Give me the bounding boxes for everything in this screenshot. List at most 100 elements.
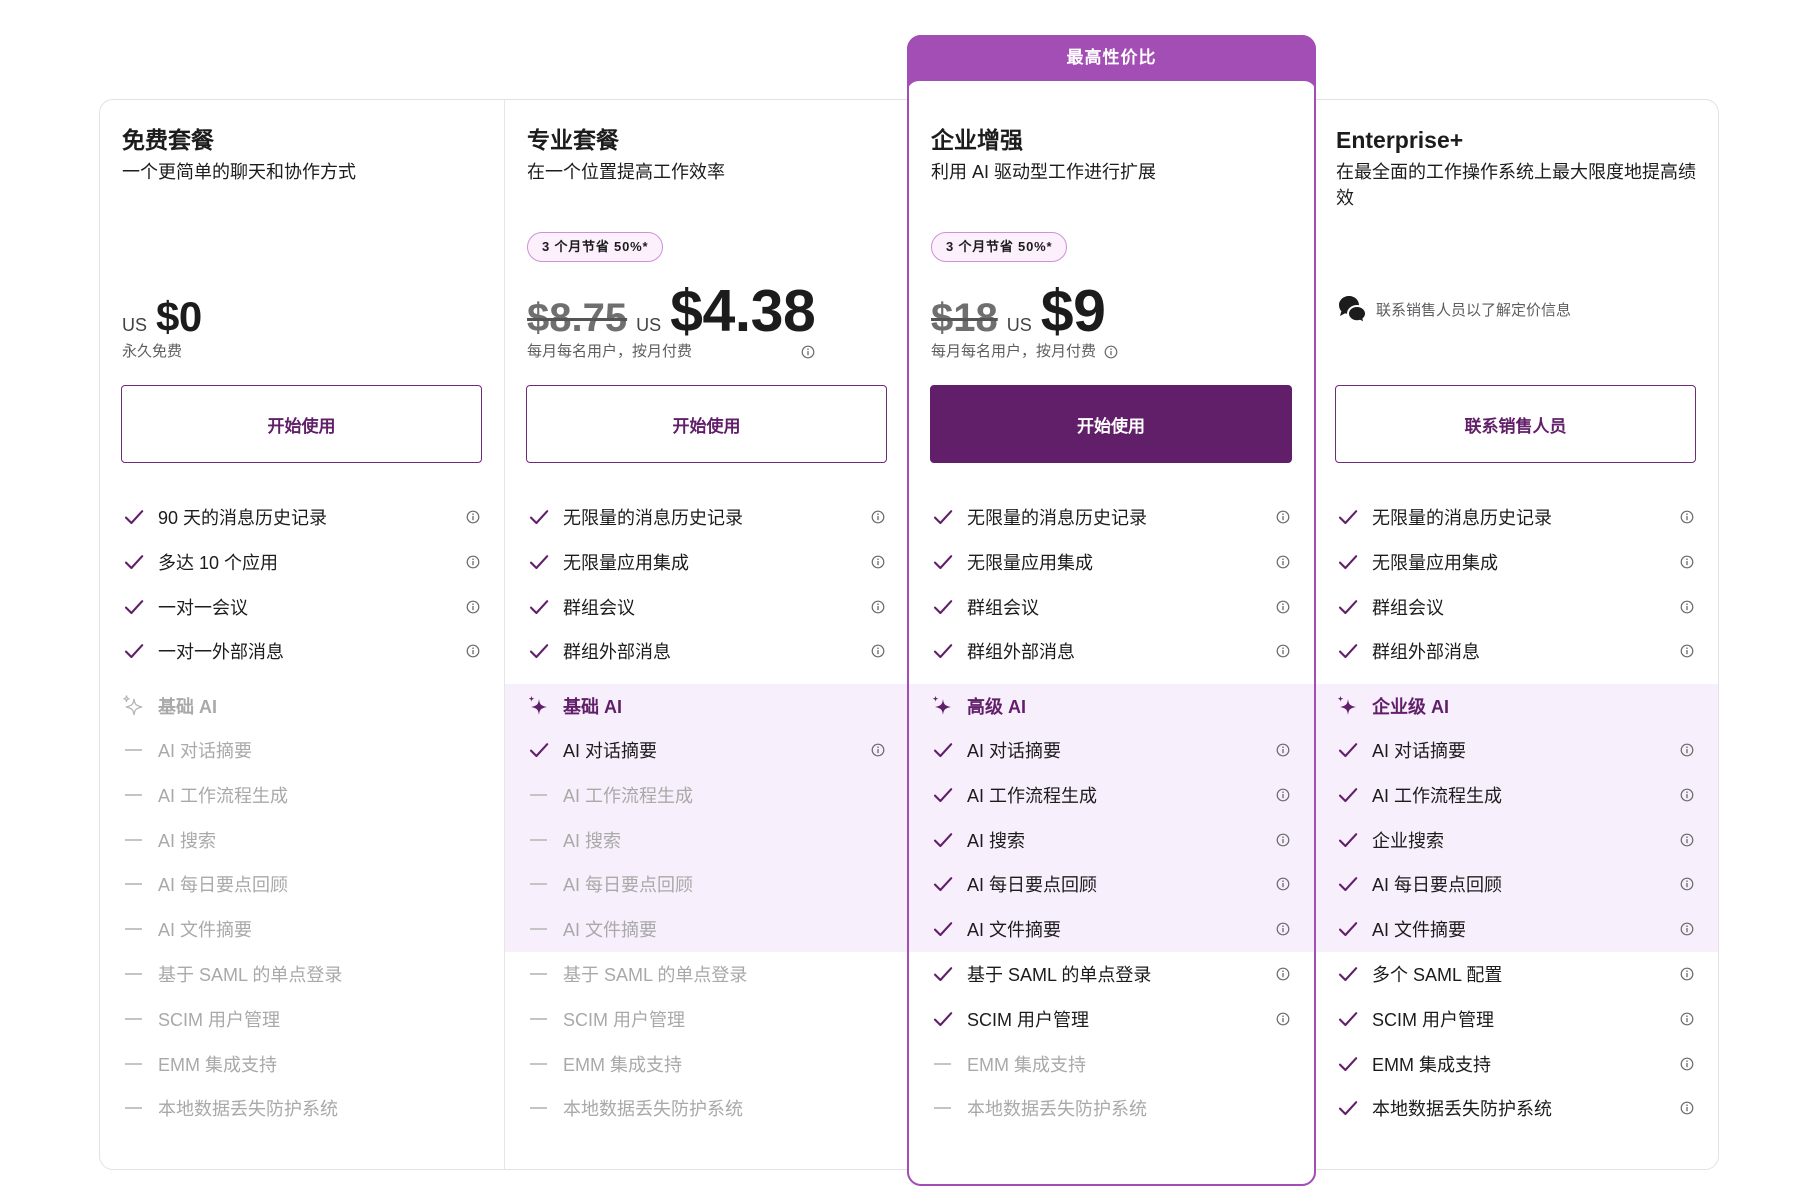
feature-label: 无限量应用集成: [1372, 553, 1498, 574]
info-icon[interactable]: [466, 510, 480, 524]
ai-feature-section: 基础 AI AI 对话摘要 AI 工作流程生成 AI 搜索 AI 每日要点回顾 AI 文件…: [505, 684, 909, 952]
feature-row: AI 每日要点回顾: [100, 862, 504, 907]
feature-label: SCIM 用户管理: [563, 1010, 686, 1031]
feature-row: 群组会议: [1314, 584, 1718, 629]
info-icon[interactable]: [1680, 877, 1694, 891]
info-icon[interactable]: [1680, 788, 1694, 802]
contact-sales-button[interactable]: 联系销售人员: [1335, 385, 1696, 463]
feature-row: AI 工作流程生成: [909, 773, 1314, 818]
info-icon[interactable]: [1276, 922, 1290, 936]
feature-label: AI 工作流程生成: [967, 786, 1098, 807]
dash-icon: [934, 1062, 951, 1065]
feature-label: AI 每日要点回顾: [158, 875, 289, 896]
get-started-button[interactable]: 开始使用: [526, 385, 887, 463]
info-icon[interactable]: [1680, 922, 1694, 936]
info-icon[interactable]: [466, 600, 480, 614]
plan-price: $0: [156, 293, 202, 340]
info-icon[interactable]: [871, 600, 885, 614]
info-icon[interactable]: [1680, 600, 1694, 614]
get-started-button[interactable]: 开始使用: [121, 385, 482, 463]
price-block: $18 US $9 每月每名用户，按月付费: [931, 282, 1118, 362]
info-icon[interactable]: [1680, 1057, 1694, 1071]
check-icon: [529, 554, 549, 570]
feature-label: AI 搜索: [158, 830, 217, 851]
feature-row: AI 文件摘要: [1314, 907, 1718, 952]
info-icon[interactable]: [466, 555, 480, 569]
feature-label: 基于 SAML 的单点登录: [563, 965, 748, 986]
check-icon: [933, 1011, 953, 1027]
dash-icon: [530, 1107, 547, 1110]
ai-feature-section: 高级 AI AI 对话摘要 AI 工作流程生成 AI 搜索 AI 每日要点回顾 AI 文件…: [909, 684, 1314, 952]
info-icon[interactable]: [1680, 967, 1694, 981]
info-icon[interactable]: [1276, 644, 1290, 658]
dash-icon: [530, 794, 547, 797]
feature-row: AI 搜索: [100, 817, 504, 862]
info-icon[interactable]: [1276, 1012, 1290, 1026]
info-icon[interactable]: [1276, 877, 1290, 891]
core-feature-list: 无限量的消息历史记录 无限量应用集成 群组会议 群组外部消息: [909, 495, 1314, 674]
feature-row: AI 工作流程生成: [100, 773, 504, 818]
check-icon: [1338, 921, 1358, 937]
feature-label: AI 搜索: [563, 830, 622, 851]
check-icon: [1338, 509, 1358, 525]
check-icon: [1338, 787, 1358, 803]
info-icon[interactable]: [1276, 788, 1290, 802]
feature-row: 本地数据丢失防护系统: [909, 1086, 1314, 1131]
feature-row: 一对一外部消息: [100, 629, 504, 674]
price-row: $18 US $9: [931, 282, 1118, 342]
check-icon: [1338, 1011, 1358, 1027]
feature-row: AI 文件摘要: [100, 907, 504, 952]
feature-label: EMM 集成支持: [158, 1054, 277, 1075]
info-icon[interactable]: [871, 510, 885, 524]
feature-label: 一对一外部消息: [158, 642, 284, 663]
info-icon[interactable]: [1680, 1101, 1694, 1115]
feature-row: 无限量的消息历史记录: [505, 495, 909, 540]
check-icon: [1338, 599, 1358, 615]
info-icon[interactable]: [871, 555, 885, 569]
feature-label: AI 每日要点回顾: [1372, 875, 1503, 896]
info-icon[interactable]: [871, 644, 885, 658]
ai-tier-header: 高级 AI: [909, 684, 1314, 728]
check-icon: [933, 876, 953, 892]
get-started-button[interactable]: 开始使用: [930, 385, 1292, 463]
feature-row: 本地数据丢失防护系统: [1314, 1086, 1718, 1131]
price-note: 永久免费: [122, 343, 183, 360]
info-icon[interactable]: [1680, 1012, 1694, 1026]
price-note-row: 每月每名用户，按月付费: [527, 342, 815, 362]
feature-row: AI 搜索: [909, 817, 1314, 862]
feature-row: 企业搜索: [1314, 817, 1718, 862]
feature-label: 无限量应用集成: [563, 553, 689, 574]
feature-row: AI 文件摘要: [505, 907, 909, 952]
info-icon[interactable]: [1680, 555, 1694, 569]
discount-badge: 3 个月节省 50%*: [931, 232, 1068, 262]
feature-label: AI 对话摘要: [967, 741, 1062, 762]
feature-row: SCIM 用户管理: [100, 997, 504, 1042]
info-icon[interactable]: [1276, 510, 1290, 524]
contact-pricing: 联系销售人员以了解定价信息: [1336, 293, 1571, 325]
feature-label: 90 天的消息历史记录: [158, 508, 328, 529]
ai-tier-header: 基础 AI: [100, 684, 504, 728]
original-price: $8.75: [527, 296, 628, 340]
info-icon[interactable]: [801, 345, 815, 359]
dash-icon: [125, 749, 142, 752]
info-icon[interactable]: [1680, 644, 1694, 658]
ai-tier-label: 基础 AI: [158, 697, 218, 717]
info-icon[interactable]: [1276, 967, 1290, 981]
feature-row: 群组外部消息: [1314, 629, 1718, 674]
info-icon[interactable]: [1680, 510, 1694, 524]
info-icon[interactable]: [1680, 833, 1694, 847]
ai-feature-section: 企业级 AI AI 对话摘要 AI 工作流程生成 企业搜索 AI 每日要点回顾 AI 文件…: [1314, 684, 1718, 952]
info-icon[interactable]: [1680, 743, 1694, 757]
feature-label: 多达 10 个应用: [158, 553, 279, 574]
info-icon[interactable]: [1276, 833, 1290, 847]
feature-row: AI 每日要点回顾: [909, 862, 1314, 907]
dash-icon: [530, 928, 547, 931]
info-icon[interactable]: [871, 743, 885, 757]
info-icon[interactable]: [1276, 555, 1290, 569]
info-icon[interactable]: [1104, 345, 1118, 359]
info-icon[interactable]: [1276, 600, 1290, 614]
info-icon[interactable]: [1276, 743, 1290, 757]
core-feature-list: 90 天的消息历史记录 多达 10 个应用 一对一会议 一对一外部消息: [100, 495, 504, 674]
dash-icon: [125, 1107, 142, 1110]
info-icon[interactable]: [466, 644, 480, 658]
